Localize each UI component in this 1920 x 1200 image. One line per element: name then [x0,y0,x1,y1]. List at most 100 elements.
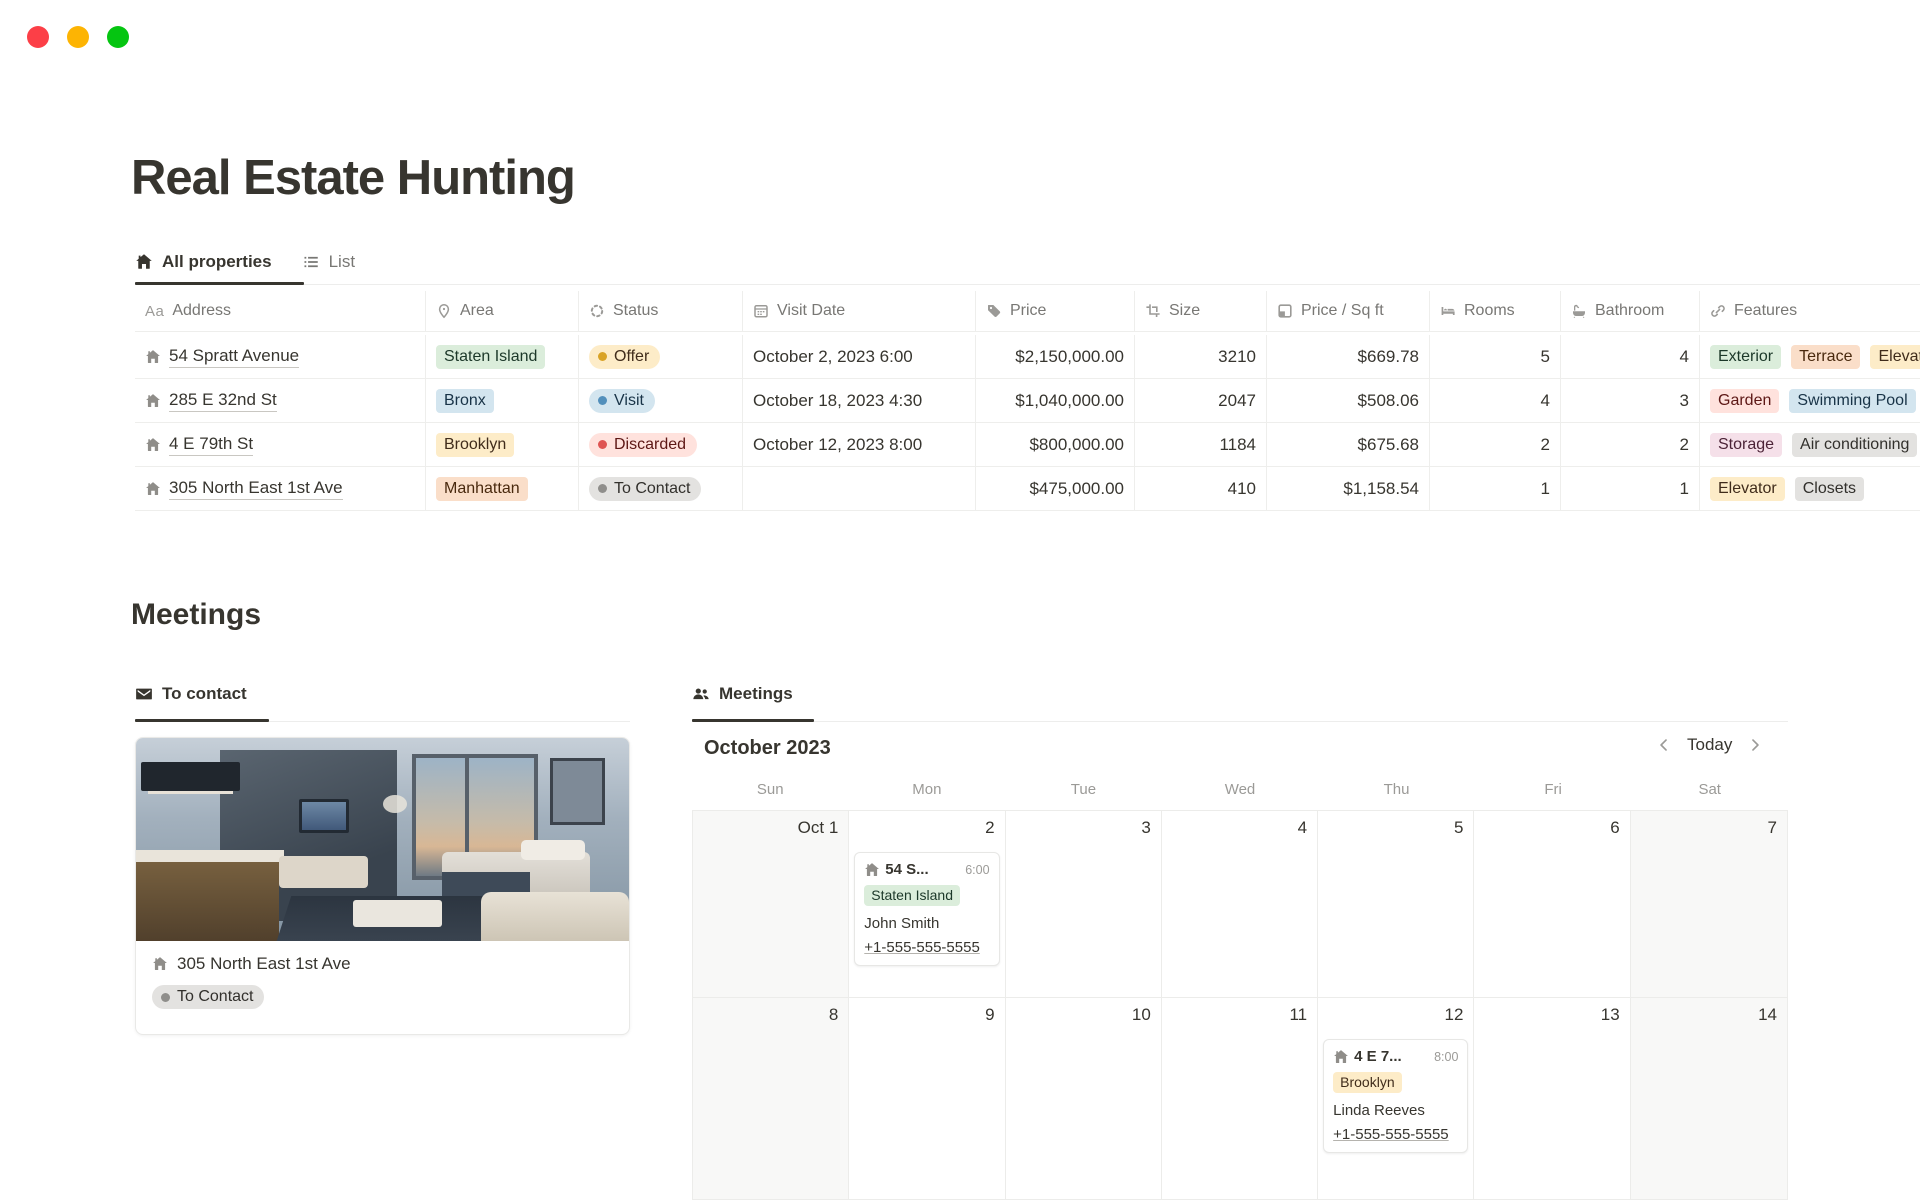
property-address-link[interactable]: 305 North East 1st Ave [169,478,343,500]
column-header-area[interactable]: Area [426,291,579,332]
column-header-features[interactable]: Features [1700,291,1920,332]
column-header-size[interactable]: Size [1135,291,1267,332]
cell-address-row1[interactable]: 285 E 32nd St [135,379,426,423]
cell-features-row3[interactable]: ElevatorClosets [1700,467,1920,511]
tab-list[interactable]: List [302,252,355,272]
cell-area-row2[interactable]: Brooklyn [426,423,579,467]
cell-status-row1[interactable]: Visit [579,379,743,423]
cell-bathroom-row2[interactable]: 2 [1561,423,1700,467]
cell-features-row0[interactable]: ExteriorTerraceElevator [1700,335,1920,379]
calendar-tab-divider [692,721,1788,722]
calendar-day-6[interactable]: 6 [1474,811,1630,998]
column-header-visit_date[interactable]: Visit Date [743,291,976,332]
cell-size-row2[interactable]: 1184 [1135,423,1267,467]
cell-area-row3[interactable]: Manhattan [426,467,579,511]
home-icon [145,437,161,453]
column-header-price_sqft[interactable]: Price / Sq ft [1267,291,1430,332]
calendar-day-12[interactable]: 124 E 7...8:00BrooklynLinda Reeves+1-555… [1318,998,1474,1200]
chevron-right-icon[interactable] [1746,736,1764,754]
meeting-event-card[interactable]: 54 S...6:00Staten IslandJohn Smith+1-555… [854,852,999,966]
calendar-day-oct-1[interactable]: Oct 1 [693,811,849,998]
cell-price-row1[interactable]: $1,040,000.00 [976,379,1135,423]
tag-swimming-pool: Swimming Pool [1789,389,1915,413]
cell-status-row3[interactable]: To Contact [579,467,743,511]
chevron-left-icon[interactable] [1655,736,1673,754]
cell-price-row3[interactable]: $475,000.00 [976,467,1135,511]
tag-staten-island: Staten Island [864,885,960,906]
cell-address-row3[interactable]: 305 North East 1st Ave [135,467,426,511]
cell-rooms-row2[interactable]: 2 [1430,423,1561,467]
cell-address-row2[interactable]: 4 E 79th St [135,423,426,467]
today-button[interactable]: Today [1687,735,1732,755]
column-header-status[interactable]: Status [579,291,743,332]
calendar-day-10[interactable]: 10 [1006,998,1162,1200]
day-number: Oct 1 [693,811,848,838]
home-icon [152,956,168,972]
cell-features-row2[interactable]: StorageAir conditioning [1700,423,1920,467]
cell-price-row0[interactable]: $2,150,000.00 [976,335,1135,379]
calendar-day-3[interactable]: 3 [1006,811,1162,998]
event-tag-row: Staten Island [864,885,989,906]
window-close-button[interactable] [27,26,49,48]
cell-size-row0[interactable]: 3210 [1135,335,1267,379]
day-number: 14 [1631,998,1787,1025]
tag-exterior: Exterior [1710,345,1781,369]
column-header-bathroom[interactable]: Bathroom [1561,291,1700,332]
cell-visit-date-row2[interactable]: October 12, 2023 8:00 [743,423,976,467]
cell-price_sqft-row1[interactable]: $508.06 [1267,379,1430,423]
column-header-rooms[interactable]: Rooms [1430,291,1561,332]
cell-bathroom-row0[interactable]: 4 [1561,335,1700,379]
calendar-day-2[interactable]: 2 54 S...6:00Staten IslandJohn Smith+1-55… [849,811,1005,998]
column-header-address[interactable]: AaAddress [135,291,426,332]
cell-size-row3[interactable]: 410 [1135,467,1267,511]
cell-status-row0[interactable]: Offer [579,335,743,379]
calendar-day-7[interactable]: 7 [1631,811,1787,998]
property-gallery-card[interactable]: 305 North East 1st Ave To Contact [135,737,630,1035]
property-address-link[interactable]: 4 E 79th St [169,434,253,456]
calendar-day-4[interactable]: 4 [1162,811,1318,998]
calendar-day-14[interactable]: 14 [1631,998,1787,1200]
tab-meetings[interactable]: Meetings [692,684,793,704]
cell-price_sqft-row3[interactable]: $1,158.54 [1267,467,1430,511]
event-phone-link[interactable]: +1-555-555-5555 [1333,1126,1458,1143]
status-dot [598,440,607,449]
window-maximize-button[interactable] [107,26,129,48]
cell-rooms-row1[interactable]: 4 [1430,379,1561,423]
event-phone-link[interactable]: +1-555-555-5555 [864,939,989,956]
property-address-link[interactable]: 54 Spratt Avenue [169,346,299,368]
window-minimize-button[interactable] [67,26,89,48]
cell-price-row2[interactable]: $800,000.00 [976,423,1135,467]
cell-visit-date-row3[interactable] [743,467,976,511]
calendar-day-5[interactable]: 5 [1318,811,1474,998]
cell-bathroom-row3[interactable]: 1 [1561,467,1700,511]
cell-visit-date-row0[interactable]: October 2, 2023 6:00 [743,335,976,379]
cell-features-row1[interactable]: GardenSwimming Pool [1700,379,1920,423]
link-icon [1710,303,1726,319]
tab-list-label: List [329,252,355,272]
cell-visit-date-row1[interactable]: October 18, 2023 4:30 [743,379,976,423]
column-header-price[interactable]: Price [976,291,1135,332]
cell-price_sqft-row0[interactable]: $669.78 [1267,335,1430,379]
tab-all-properties[interactable]: All properties [135,252,272,272]
cell-rooms-row0[interactable]: 5 [1430,335,1561,379]
cell-rooms-row3[interactable]: 1 [1430,467,1561,511]
cell-area-row1[interactable]: Bronx [426,379,579,423]
calendar-day-9[interactable]: 9 [849,998,1005,1200]
day-number: 2 [849,811,1004,838]
calendar-day-11[interactable]: 11 [1162,998,1318,1200]
tab-to-contact[interactable]: To contact [135,684,247,704]
cell-address-row0[interactable]: 54 Spratt Avenue [135,335,426,379]
home-icon [145,481,161,497]
calendar-day-8[interactable]: 8 [693,998,849,1200]
cell-price_sqft-row2[interactable]: $675.68 [1267,423,1430,467]
cell-bathroom-row1[interactable]: 3 [1561,379,1700,423]
event-person: Linda Reeves [1333,1102,1458,1119]
meeting-event-card[interactable]: 4 E 7...8:00BrooklynLinda Reeves+1-555-5… [1323,1039,1468,1153]
cell-size-row1[interactable]: 2047 [1135,379,1267,423]
day-header-wed: Wed [1162,781,1319,798]
home-icon [145,349,161,365]
property-address-link[interactable]: 285 E 32nd St [169,390,277,412]
cell-status-row2[interactable]: Discarded [579,423,743,467]
cell-area-row0[interactable]: Staten Island [426,335,579,379]
calendar-day-13[interactable]: 13 [1474,998,1630,1200]
